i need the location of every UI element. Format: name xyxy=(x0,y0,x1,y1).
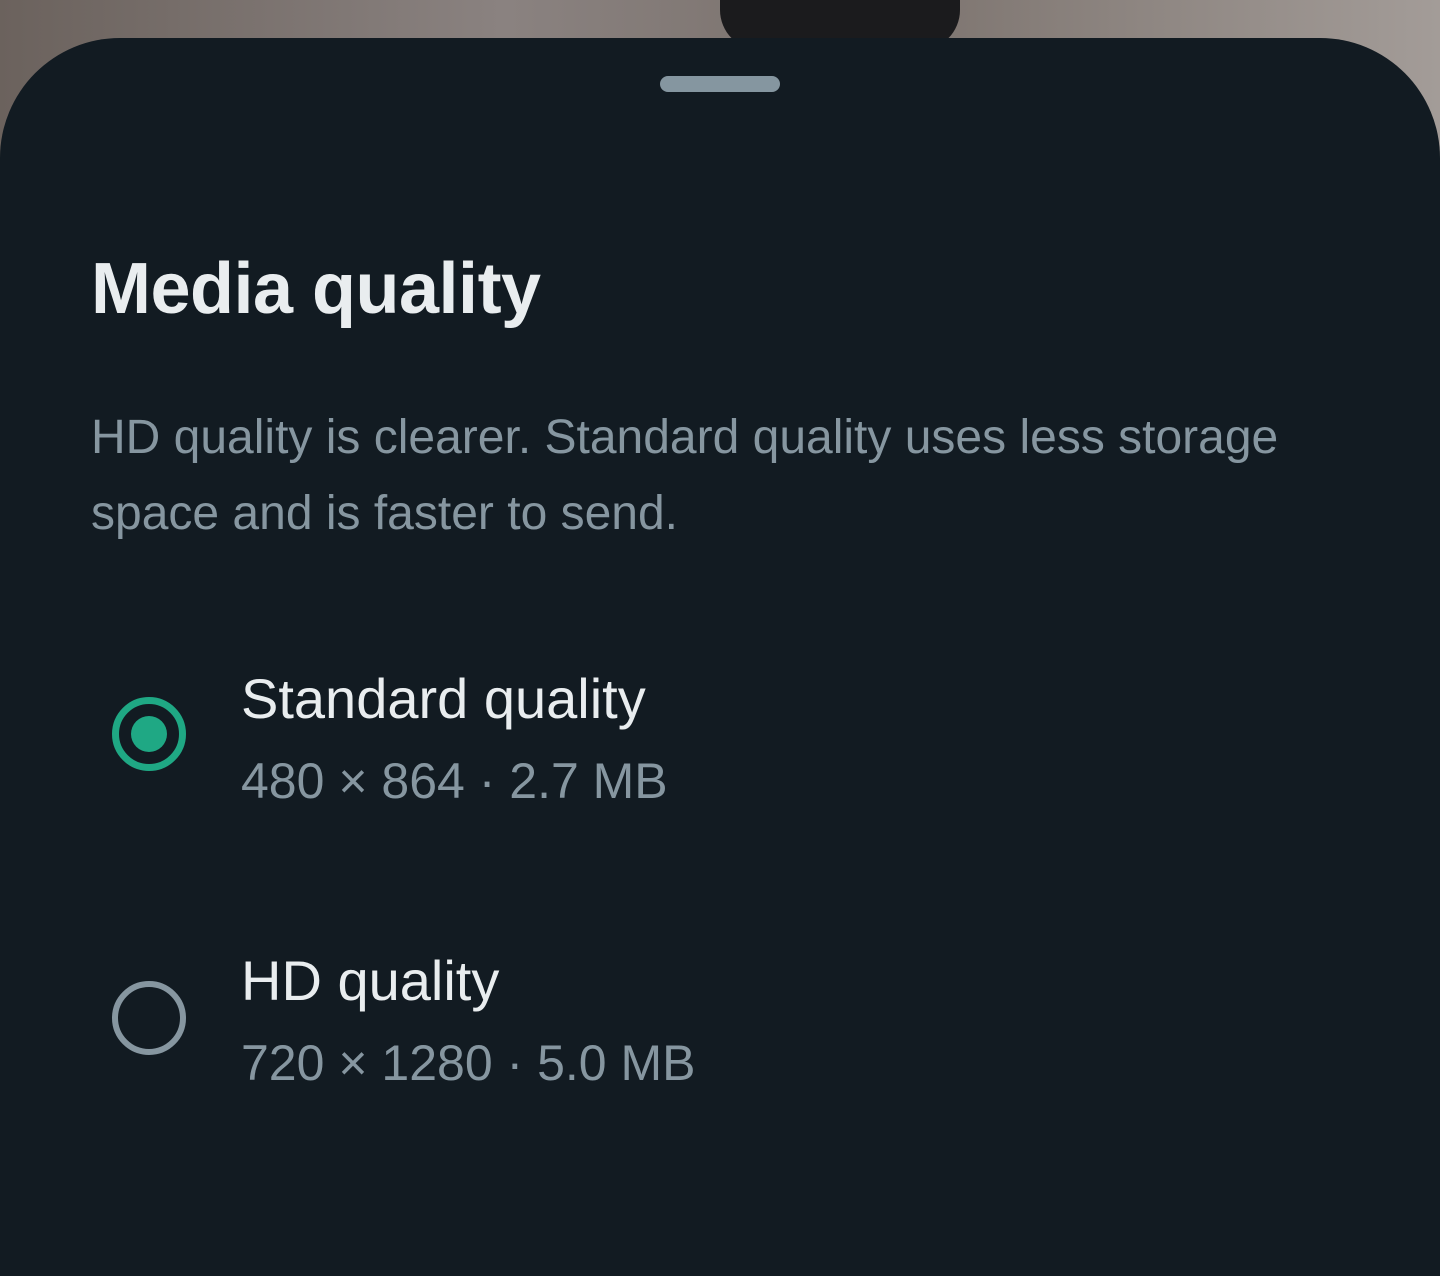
option-label: HD quality xyxy=(241,949,500,1012)
option-label: Standard quality xyxy=(241,667,646,730)
media-quality-bottom-sheet: Media quality HD quality is clearer. Sta… xyxy=(0,38,1440,1276)
radio-selected-icon[interactable] xyxy=(112,697,186,771)
option-detail: 480 × 864 · 2.7 MB xyxy=(241,753,668,809)
option-detail: 720 × 1280 · 5.0 MB xyxy=(241,1035,696,1091)
drag-handle[interactable] xyxy=(660,76,780,92)
radio-unselected-icon[interactable] xyxy=(112,981,186,1055)
sheet-title: Media quality xyxy=(91,249,541,329)
standard-quality-option[interactable]: Standard quality 480 × 864 · 2.7 MB xyxy=(0,638,1440,838)
radio-dot xyxy=(131,716,167,752)
hd-quality-option[interactable]: HD quality 720 × 1280 · 5.0 MB xyxy=(0,920,1440,1120)
sheet-description: HD quality is clearer. Standard quality … xyxy=(91,411,1279,540)
